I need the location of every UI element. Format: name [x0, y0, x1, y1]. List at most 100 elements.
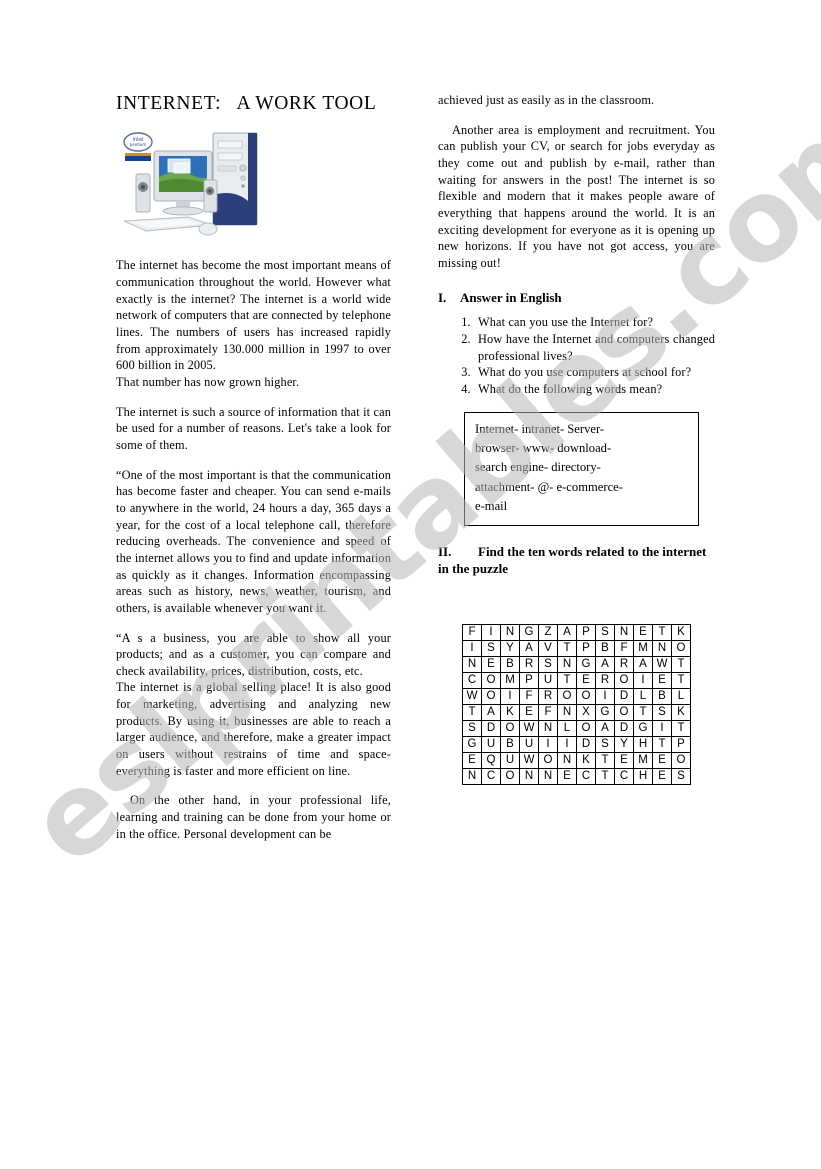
puzzle-cell[interactable]: T	[557, 639, 577, 657]
puzzle-cell[interactable]: N	[519, 767, 539, 785]
puzzle-cell[interactable]: R	[614, 655, 634, 673]
puzzle-cell[interactable]: W	[652, 655, 672, 673]
puzzle-cell[interactable]: S	[481, 639, 501, 657]
puzzle-cell[interactable]: C	[614, 767, 634, 785]
puzzle-cell[interactable]: E	[557, 767, 577, 785]
puzzle-cell[interactable]: F	[519, 687, 539, 705]
puzzle-cell[interactable]: M	[633, 639, 653, 657]
puzzle-cell[interactable]: T	[652, 735, 672, 753]
puzzle-cell[interactable]: T	[633, 703, 653, 721]
puzzle-cell[interactable]: L	[633, 687, 653, 705]
puzzle-cell[interactable]: F	[462, 623, 482, 641]
puzzle-cell[interactable]: V	[538, 639, 558, 657]
puzzle-cell[interactable]: I	[557, 735, 577, 753]
puzzle-cell[interactable]: S	[462, 719, 482, 737]
puzzle-cell[interactable]: I	[500, 687, 520, 705]
puzzle-cell[interactable]: M	[500, 671, 520, 689]
puzzle-cell[interactable]: D	[576, 735, 596, 753]
puzzle-cell[interactable]: I	[462, 639, 482, 657]
puzzle-cell[interactable]: T	[595, 751, 615, 769]
puzzle-cell[interactable]: O	[576, 687, 596, 705]
puzzle-cell[interactable]: P	[519, 671, 539, 689]
puzzle-cell[interactable]: P	[576, 623, 596, 641]
puzzle-cell[interactable]: D	[481, 719, 501, 737]
puzzle-cell[interactable]: N	[462, 655, 482, 673]
puzzle-cell[interactable]: G	[595, 703, 615, 721]
puzzle-cell[interactable]: S	[538, 655, 558, 673]
puzzle-cell[interactable]: Y	[500, 639, 520, 657]
puzzle-cell[interactable]: K	[671, 623, 691, 641]
puzzle-cell[interactable]: E	[481, 655, 501, 673]
puzzle-cell[interactable]: T	[671, 671, 691, 689]
puzzle-cell[interactable]: R	[538, 687, 558, 705]
puzzle-cell[interactable]: O	[576, 719, 596, 737]
puzzle-cell[interactable]: N	[462, 767, 482, 785]
puzzle-cell[interactable]: X	[576, 703, 596, 721]
puzzle-cell[interactable]: E	[519, 703, 539, 721]
puzzle-cell[interactable]: C	[481, 767, 501, 785]
puzzle-cell[interactable]: O	[671, 751, 691, 769]
puzzle-cell[interactable]: F	[538, 703, 558, 721]
puzzle-cell[interactable]: Q	[481, 751, 501, 769]
puzzle-cell[interactable]: R	[519, 655, 539, 673]
puzzle-cell[interactable]: G	[633, 719, 653, 737]
puzzle-cell[interactable]: B	[500, 655, 520, 673]
puzzle-cell[interactable]: O	[500, 767, 520, 785]
puzzle-cell[interactable]: K	[576, 751, 596, 769]
puzzle-cell[interactable]: U	[519, 735, 539, 753]
puzzle-cell[interactable]: B	[652, 687, 672, 705]
puzzle-cell[interactable]: K	[500, 703, 520, 721]
puzzle-cell[interactable]: A	[481, 703, 501, 721]
puzzle-cell[interactable]: N	[557, 751, 577, 769]
puzzle-cell[interactable]: Z	[538, 623, 558, 641]
puzzle-cell[interactable]: P	[576, 639, 596, 657]
puzzle-cell[interactable]: I	[633, 671, 653, 689]
puzzle-cell[interactable]: A	[595, 719, 615, 737]
puzzle-cell[interactable]: I	[481, 623, 501, 641]
puzzle-cell[interactable]: D	[614, 687, 634, 705]
puzzle-cell[interactable]: A	[595, 655, 615, 673]
puzzle-cell[interactable]: L	[557, 719, 577, 737]
puzzle-cell[interactable]: W	[462, 687, 482, 705]
puzzle-cell[interactable]: S	[671, 767, 691, 785]
puzzle-cell[interactable]: I	[652, 719, 672, 737]
puzzle-cell[interactable]: U	[538, 671, 558, 689]
puzzle-cell[interactable]: O	[538, 751, 558, 769]
puzzle-cell[interactable]: N	[538, 719, 558, 737]
puzzle-cell[interactable]: O	[481, 671, 501, 689]
puzzle-cell[interactable]: H	[633, 767, 653, 785]
puzzle-cell[interactable]: L	[671, 687, 691, 705]
puzzle-cell[interactable]: B	[595, 639, 615, 657]
puzzle-cell[interactable]: C	[462, 671, 482, 689]
puzzle-cell[interactable]: A	[557, 623, 577, 641]
puzzle-cell[interactable]: N	[652, 639, 672, 657]
puzzle-cell[interactable]: T	[671, 719, 691, 737]
puzzle-cell[interactable]: G	[519, 623, 539, 641]
puzzle-cell[interactable]: U	[500, 751, 520, 769]
puzzle-cell[interactable]: O	[481, 687, 501, 705]
puzzle-cell[interactable]: O	[671, 639, 691, 657]
puzzle-cell[interactable]: N	[538, 767, 558, 785]
puzzle-cell[interactable]: S	[652, 703, 672, 721]
puzzle-cell[interactable]: E	[576, 671, 596, 689]
puzzle-cell[interactable]: T	[462, 703, 482, 721]
puzzle-cell[interactable]: O	[500, 719, 520, 737]
puzzle-cell[interactable]: D	[614, 719, 634, 737]
puzzle-cell[interactable]: E	[633, 623, 653, 641]
puzzle-cell[interactable]: T	[557, 671, 577, 689]
puzzle-cell[interactable]: Y	[614, 735, 634, 753]
puzzle-cell[interactable]: M	[633, 751, 653, 769]
puzzle-cell[interactable]: O	[614, 703, 634, 721]
puzzle-cell[interactable]: S	[595, 623, 615, 641]
puzzle-cell[interactable]: B	[500, 735, 520, 753]
puzzle-cell[interactable]: A	[633, 655, 653, 673]
puzzle-cell[interactable]: W	[519, 719, 539, 737]
puzzle-cell[interactable]: T	[595, 767, 615, 785]
puzzle-cell[interactable]: G	[576, 655, 596, 673]
puzzle-cell[interactable]: E	[652, 751, 672, 769]
puzzle-cell[interactable]: T	[652, 623, 672, 641]
puzzle-cell[interactable]: F	[614, 639, 634, 657]
puzzle-cell[interactable]: P	[671, 735, 691, 753]
puzzle-cell[interactable]: T	[671, 655, 691, 673]
puzzle-cell[interactable]: O	[557, 687, 577, 705]
